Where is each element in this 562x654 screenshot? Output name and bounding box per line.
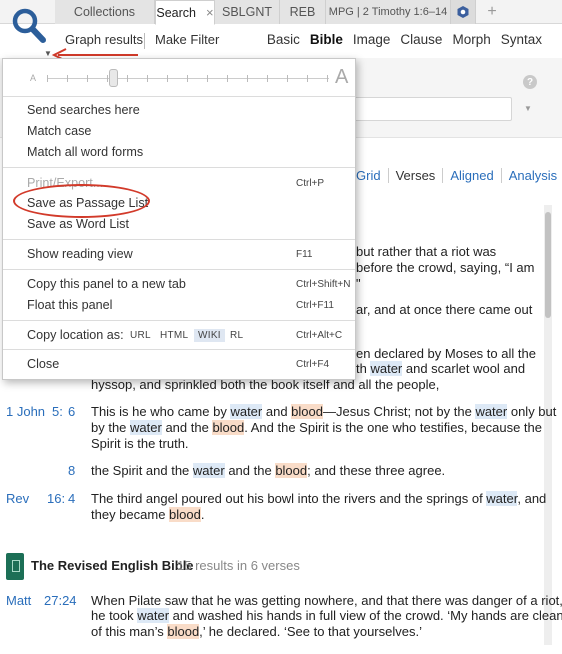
shortcut-reading-view: F11	[296, 249, 313, 260]
result-text: he took water and washed his hands in fu…	[91, 608, 562, 623]
menu-item-float-panel[interactable]: Float this panel	[27, 298, 112, 312]
result-text: before the crowd, saying, “I am	[356, 260, 535, 275]
menu-item-send-searches[interactable]: Send searches here	[27, 103, 140, 117]
slider-ticks	[47, 75, 329, 82]
menu-item-copy-panel[interactable]: Copy this panel to a new tab	[27, 277, 186, 291]
resource-title[interactable]: The Revised English Bible	[31, 558, 194, 574]
result-text: en declared by Moses to all the	[356, 346, 536, 361]
large-font-label: A	[335, 66, 349, 88]
copy-as-wiki[interactable]: WIKI	[194, 329, 225, 342]
result-text-part: and scarlet wool and	[402, 361, 526, 376]
menu-item-close[interactable]: Close	[27, 357, 59, 371]
menu-item-show-reading-view[interactable]: Show reading view	[27, 247, 133, 261]
verse-ref-verse[interactable]: 6	[68, 404, 75, 420]
menu-divider	[3, 167, 355, 168]
font-size-slider-row: A A	[3, 59, 355, 97]
shortcut-print: Ctrl+P	[296, 178, 325, 189]
verse-ref-book[interactable]: Rev	[6, 491, 29, 507]
menu-item-copy-location: Copy location as:	[27, 328, 124, 342]
verse-ref-chapter[interactable]: 27:24	[44, 593, 77, 609]
book-cover-icon[interactable]	[6, 553, 24, 580]
annotation-oval	[13, 184, 150, 218]
result-count: 15 results in 6 verses	[177, 558, 300, 573]
verse-ref-chapter[interactable]: 5:	[52, 404, 63, 420]
result-text: This is he who came by water and blood—J…	[91, 404, 557, 419]
result-text: but rather that a riot was	[356, 244, 497, 259]
result-text: of this man’s blood,’ he declared. ‘See …	[91, 624, 422, 639]
scrollbar-thumb[interactable]	[545, 212, 551, 318]
menu-divider	[3, 239, 355, 240]
verse-ref-book[interactable]: 1 John	[6, 404, 45, 420]
small-font-label: A	[30, 73, 37, 83]
result-text: "	[356, 276, 361, 291]
menu-item-match-case[interactable]: Match case	[27, 124, 91, 138]
font-size-slider-thumb[interactable]	[109, 69, 118, 87]
verse-ref-verse[interactable]: 8	[68, 463, 75, 479]
result-text: When Pilate saw that he was getting nowh…	[91, 593, 562, 608]
result-text: Spirit is the truth.	[91, 436, 189, 451]
menu-item-save-word-list[interactable]: Save as Word List	[27, 217, 129, 231]
result-text: The third angel poured out his bowl into…	[91, 491, 547, 506]
copy-as-rl[interactable]: RL	[230, 330, 243, 341]
verse-ref-verse[interactable]: 4	[68, 491, 75, 507]
result-text: th water and scarlet wool and	[356, 361, 525, 377]
result-text: they became blood.	[91, 507, 205, 522]
menu-divider	[3, 320, 355, 321]
shortcut-close: Ctrl+F4	[296, 359, 330, 370]
verse-ref-book[interactable]: Matt	[6, 593, 31, 609]
menu-divider	[3, 96, 355, 97]
result-text: the Spirit and the water and the blood; …	[91, 463, 446, 478]
shortcut-copy-location: Ctrl+Alt+C	[296, 330, 343, 341]
menu-item-match-all-word-forms[interactable]: Match all word forms	[27, 145, 143, 159]
shortcut-copy-panel: Ctrl+Shift+N	[296, 279, 351, 290]
result-text: ar, and at once there came out	[356, 302, 533, 317]
app-window: Collections Search × SBLGNT REB MPG | 2 T…	[0, 0, 562, 654]
shortcut-float-panel: Ctrl+F11	[296, 300, 334, 311]
menu-divider	[3, 349, 355, 350]
verse-ref-chapter[interactable]: 16:	[47, 491, 65, 507]
result-text-part: th	[356, 361, 371, 376]
search-panel-menu: A A Send searches here Match case Match …	[2, 58, 356, 380]
copy-as-html[interactable]: HTML	[160, 330, 188, 341]
copy-as-url[interactable]: URL	[130, 330, 151, 341]
result-text: by the water and the blood. And the Spir…	[91, 420, 542, 435]
menu-divider	[3, 269, 355, 270]
highlight-water: water	[370, 361, 403, 376]
